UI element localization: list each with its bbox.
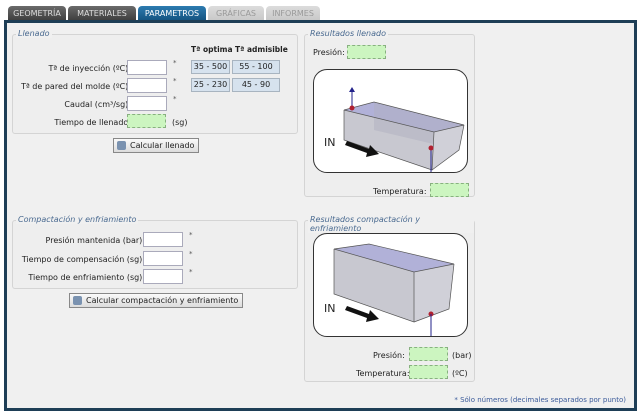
presion-mantenida-input[interactable] [143,232,183,247]
tiempo-compensacion-label: Tiempo de compensación (sg): [21,255,145,264]
temperatura-unit: (ºC) [452,369,468,378]
tab-geometria[interactable]: GEOMETRÍA [8,6,66,21]
tiempo-enfriamiento-input[interactable] [143,269,183,284]
temperatura-output [409,365,448,379]
pared-admisible: 45 - 90 [232,78,280,92]
presion-output [409,347,448,361]
compactacion-fieldset: Compactación y enfriamiento Presión mant… [12,215,298,289]
mold-diagram: IN [313,233,468,338]
llenado-fieldset: Llenado Tª optima Tª admisible Tª de iny… [12,29,298,134]
resultados-llenado-legend: Resultados llenado [308,29,388,38]
compactacion-legend: Compactación y enfriamiento [16,215,139,224]
tiempo-unit: (sg) [172,118,188,127]
inyeccion-temp-input[interactable] [127,60,167,75]
tab-informes[interactable]: INFORMES [266,6,320,21]
mold-diagram: IN [313,69,468,174]
presion-label: Presión: [313,48,345,57]
presion-label: Presión: [373,351,405,360]
resultados-llenado-fieldset: Resultados llenado Presión: IN Temperatu… [304,29,475,197]
calcular-llenado-button[interactable]: Calcular llenado [113,138,200,153]
required-mark: * [173,95,177,103]
tab-parametros[interactable]: PARAMETROS [138,6,206,21]
tab-materiales[interactable]: MATERIALES [68,6,136,21]
col-optima: Tª optima [191,45,233,54]
presion-mantenida-label: Presión mantenida (bar): [45,236,145,245]
pared-label: Tª de pared del molde (ºC): [21,82,131,91]
presion-unit: (bar) [452,351,472,360]
in-label: IN [324,302,335,315]
tiempo-llenado-label: Tiempo de llenado: [54,118,131,127]
temperatura-label: Temperatura: [373,187,427,196]
temperatura-output [430,183,469,197]
iny-optima: 35 - 500 [191,60,230,74]
tiempo-compensacion-input[interactable] [143,251,183,266]
button-label: Calcular compactación y enfriamiento [86,296,239,305]
calculate-icon [73,296,82,305]
required-mark: * [189,268,193,276]
pared-temp-input[interactable] [127,78,167,93]
iny-admisible: 55 - 100 [232,60,280,74]
required-mark: * [173,59,177,67]
iny-label: Tª de inyección (ºC): [48,64,131,73]
tiempo-llenado-output [127,114,166,128]
footnote: * Sólo números (decimales separados por … [454,396,626,404]
in-label: IN [324,136,335,149]
required-mark: * [189,250,193,258]
presion-output [347,45,386,59]
caudal-input[interactable] [127,96,167,111]
required-mark: * [173,77,177,85]
tiempo-enfriamiento-label: Tiempo de enfriamiento (sg): [28,273,145,282]
required-mark: * [189,231,193,239]
content-frame: Llenado Tª optima Tª admisible Tª de iny… [4,20,637,411]
caudal-label: Caudal (cm³/sg): [64,100,131,109]
button-label: Calcular llenado [130,141,195,150]
tab-graficas[interactable]: GRÁFICAS [208,6,264,21]
resultados-compactacion-legend: Resultados compactación y enfriamiento [308,215,474,233]
col-admisible: Tª admisible [235,45,288,54]
calcular-compactacion-button[interactable]: Calcular compactación y enfriamiento [69,293,244,308]
calculate-icon [117,141,126,150]
pared-optima: 25 - 230 [191,78,230,92]
resultados-compactacion-fieldset: Resultados compactación y enfriamiento I… [304,215,475,382]
temperatura-label: Temperatura: [356,369,410,378]
llenado-legend: Llenado [16,29,52,38]
